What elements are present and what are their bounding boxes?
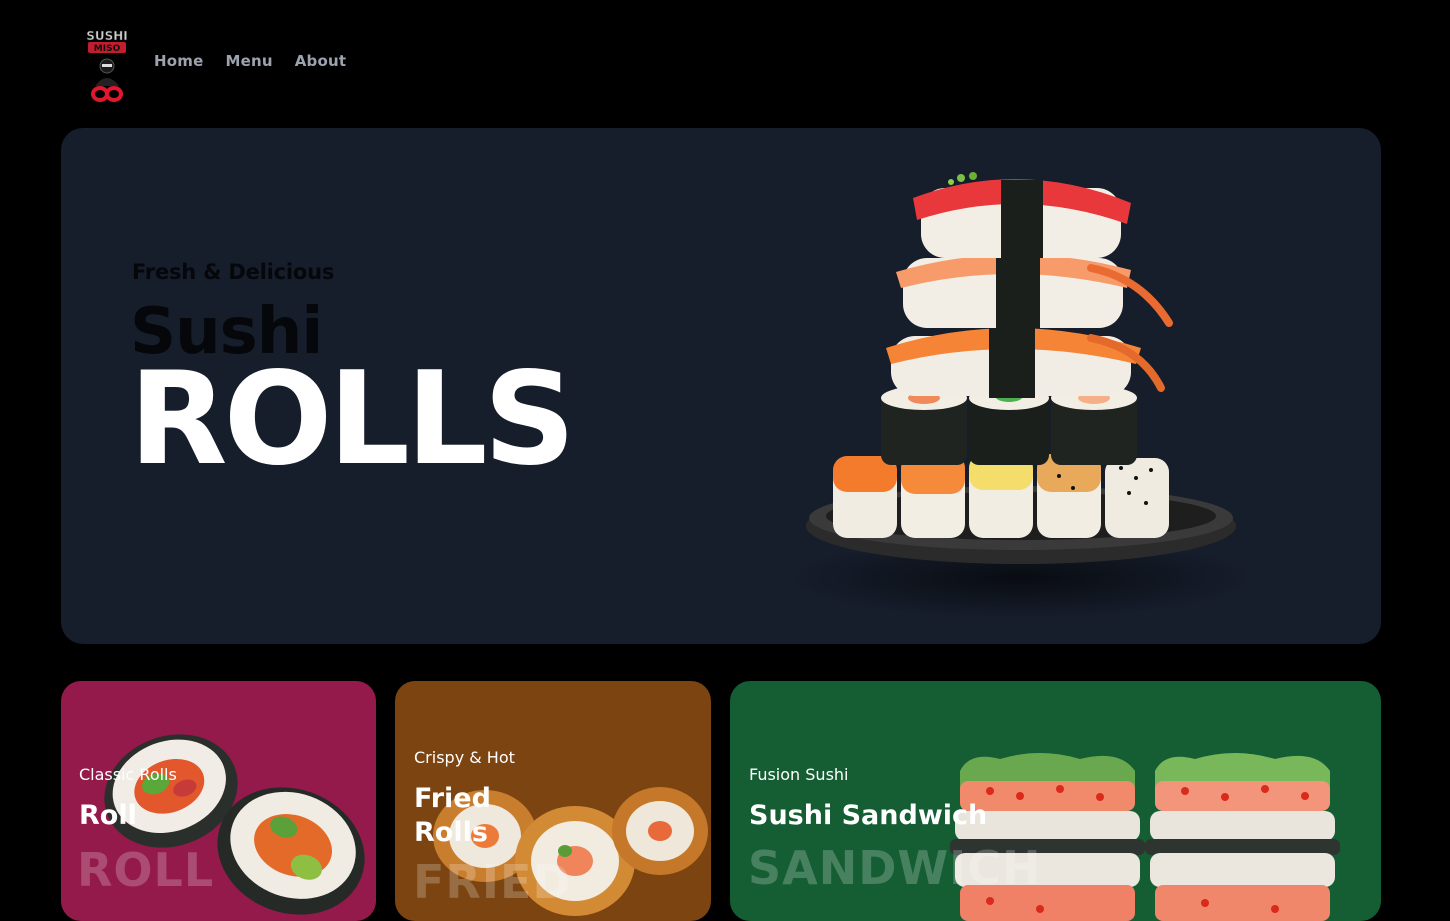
nav-home-link[interactable]: Home: [154, 52, 203, 70]
card-fried-title-line1: Fried: [414, 783, 491, 814]
card-fried-title-line2: Rolls: [414, 817, 488, 848]
logo-icon: SUSHI MISO: [86, 29, 128, 102]
nav-menu-link[interactable]: Menu: [225, 52, 272, 70]
hero-banner: Fresh & Delicious Sushi ROLLS: [61, 128, 1381, 644]
category-card-sandwich[interactable]: Fusion Sushi Sushi Sandwich SANDWICH: [730, 681, 1381, 921]
card-sandwich-subtitle: Fusion Sushi: [749, 765, 849, 784]
hero-tagline: Fresh & Delicious: [132, 260, 335, 284]
logo-text-bottom: MISO: [94, 44, 121, 54]
card-roll-subtitle: Classic Rolls: [79, 765, 177, 784]
card-roll-title: Roll: [79, 800, 137, 831]
category-card-fried[interactable]: Crispy & Hot Fried Rolls FRIED: [395, 681, 711, 921]
category-card-roll[interactable]: Classic Rolls Roll ROLL: [61, 681, 376, 921]
hero-title-line2: ROLLS: [129, 345, 576, 494]
sushi-tower-icon: [791, 172, 1251, 618]
card-roll-ghost-text: ROLL: [77, 843, 215, 897]
logo-text-top: SUSHI: [86, 29, 128, 43]
nav-about-link[interactable]: About: [295, 52, 347, 70]
card-fried-subtitle: Crispy & Hot: [414, 748, 515, 767]
card-sandwich-title: Sushi Sandwich: [749, 800, 988, 831]
card-sandwich-ghost-text: SANDWICH: [748, 841, 1042, 895]
main-nav: Home Menu About: [154, 52, 346, 70]
logo[interactable]: SUSHI MISO: [82, 26, 132, 106]
